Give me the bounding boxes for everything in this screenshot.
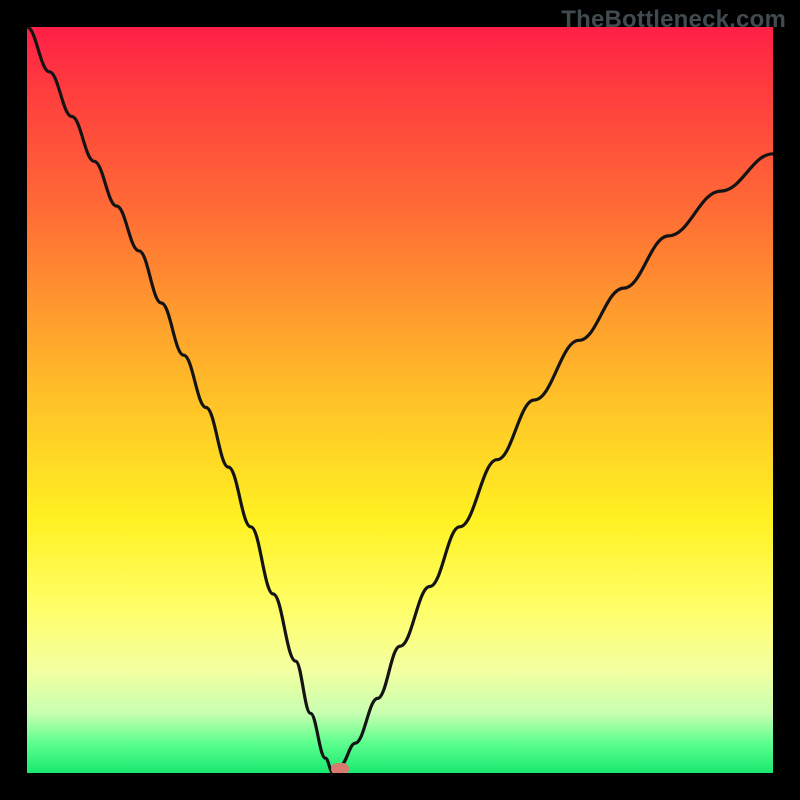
plot-area	[27, 27, 773, 773]
bottleneck-curve	[27, 27, 773, 773]
minimum-marker	[331, 763, 349, 773]
chart-frame: TheBottleneck.com	[0, 0, 800, 800]
